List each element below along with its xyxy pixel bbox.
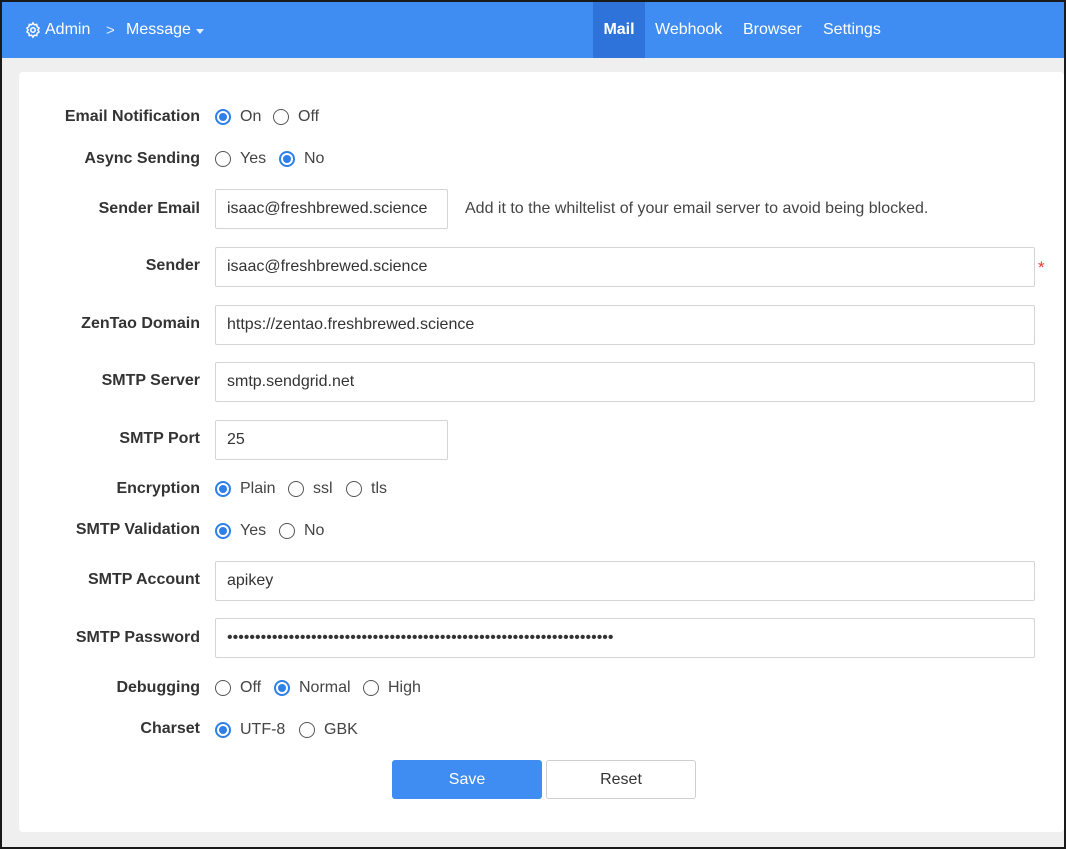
radio-label: No: [304, 522, 325, 539]
radio-label: Normal: [299, 679, 351, 696]
breadcrumb-admin-label: Admin: [45, 21, 91, 38]
radio-checked-icon: [274, 680, 290, 696]
encryption-ssl-radio[interactable]: ssl: [288, 480, 333, 498]
caret-down-icon: [195, 28, 204, 34]
radio-label: No: [304, 150, 325, 167]
radio-checked-icon: [215, 481, 231, 497]
radio-unchecked-icon: [279, 523, 295, 539]
encryption-label: Encryption: [116, 480, 200, 497]
smtp-port-label: SMTP Port: [119, 430, 200, 447]
radio-unchecked-icon: [299, 722, 315, 738]
breadcrumb-message-label: Message: [126, 21, 191, 38]
tab-browser-label: Browser: [743, 21, 802, 38]
reset-button[interactable]: Reset: [546, 760, 696, 799]
tab-webhook[interactable]: Webhook: [645, 2, 732, 58]
radio-unchecked-icon: [215, 680, 231, 696]
radio-label: Off: [298, 108, 320, 125]
radio-label: Off: [240, 679, 262, 696]
async-sending-label: Async Sending: [84, 150, 200, 167]
smtp-server-label: SMTP Server: [101, 372, 200, 389]
radio-label: High: [388, 679, 421, 696]
smtp-account-label: SMTP Account: [87, 571, 200, 588]
email-notification-label: Email Notification: [64, 108, 200, 125]
radio-checked-icon: [215, 523, 231, 539]
sender-email-input[interactable]: [215, 189, 448, 229]
tab-browser[interactable]: Browser: [733, 2, 812, 58]
radio-label: ssl: [313, 480, 333, 497]
sender-label: Sender: [145, 257, 200, 274]
charset-gbk-radio[interactable]: GBK: [299, 721, 358, 739]
smtp-validation-no-radio[interactable]: No: [279, 522, 324, 540]
mail-settings-panel: Email Notification On Off Async Sending …: [19, 72, 1064, 832]
tab-webhook-label: Webhook: [655, 21, 723, 38]
breadcrumb-separator-icon: >: [106, 21, 115, 39]
debugging-normal-radio[interactable]: Normal: [274, 679, 351, 697]
sender-email-hint: Add it to the whiltelist of your email s…: [465, 200, 929, 217]
tab-mail-label: Mail: [603, 21, 635, 38]
radio-label: Plain: [240, 480, 276, 497]
smtp-port-input[interactable]: [215, 420, 448, 460]
smtp-password-input[interactable]: [215, 618, 1035, 658]
encryption-tls-radio[interactable]: tls: [346, 480, 387, 498]
sender-email-label: Sender Email: [98, 200, 200, 217]
encryption-plain-radio[interactable]: Plain: [215, 480, 276, 498]
radio-unchecked-icon: [288, 481, 304, 497]
radio-label: Yes: [240, 150, 267, 167]
charset-label: Charset: [140, 720, 200, 737]
charset-utf8-radio[interactable]: UTF-8: [215, 721, 285, 739]
radio-unchecked-icon: [363, 680, 379, 696]
tab-mail[interactable]: Mail: [593, 2, 645, 58]
debugging-label: Debugging: [116, 679, 200, 696]
radio-checked-icon: [215, 109, 231, 125]
radio-unchecked-icon: [346, 481, 362, 497]
top-navbar: Admin > Message Mail Webhook Browser Set…: [2, 2, 1064, 58]
radio-label: GBK: [324, 721, 358, 738]
radio-checked-icon: [279, 151, 295, 167]
debugging-off-radio[interactable]: Off: [215, 679, 261, 697]
smtp-validation-label: SMTP Validation: [75, 521, 200, 538]
breadcrumb-admin[interactable]: Admin: [24, 2, 90, 58]
save-button[interactable]: Save: [392, 760, 542, 799]
radio-label: On: [240, 108, 262, 125]
zentao-domain-label: ZenTao Domain: [81, 315, 200, 332]
smtp-password-label: SMTP Password: [75, 629, 200, 646]
radio-label: tls: [371, 480, 387, 497]
sender-input[interactable]: [215, 247, 1035, 287]
debugging-high-radio[interactable]: High: [363, 679, 421, 697]
gear-icon: [25, 21, 41, 39]
required-asterisk: *: [1038, 258, 1045, 277]
tab-settings[interactable]: Settings: [813, 2, 891, 58]
radio-unchecked-icon: [215, 151, 231, 167]
radio-unchecked-icon: [273, 109, 289, 125]
smtp-account-input[interactable]: [215, 561, 1035, 601]
smtp-server-input[interactable]: [215, 362, 1035, 402]
radio-checked-icon: [215, 722, 231, 738]
smtp-validation-yes-radio[interactable]: Yes: [215, 522, 266, 540]
radio-label: Yes: [240, 522, 267, 539]
async-sending-no-radio[interactable]: No: [279, 150, 324, 168]
radio-label: UTF-8: [240, 721, 286, 738]
breadcrumb-message-dropdown[interactable]: Message: [126, 2, 204, 58]
email-notification-on-radio[interactable]: On: [215, 108, 261, 126]
zentao-domain-input[interactable]: [215, 305, 1035, 345]
async-sending-yes-radio[interactable]: Yes: [215, 150, 266, 168]
email-notification-off-radio[interactable]: Off: [273, 108, 319, 126]
tab-settings-label: Settings: [823, 21, 881, 38]
